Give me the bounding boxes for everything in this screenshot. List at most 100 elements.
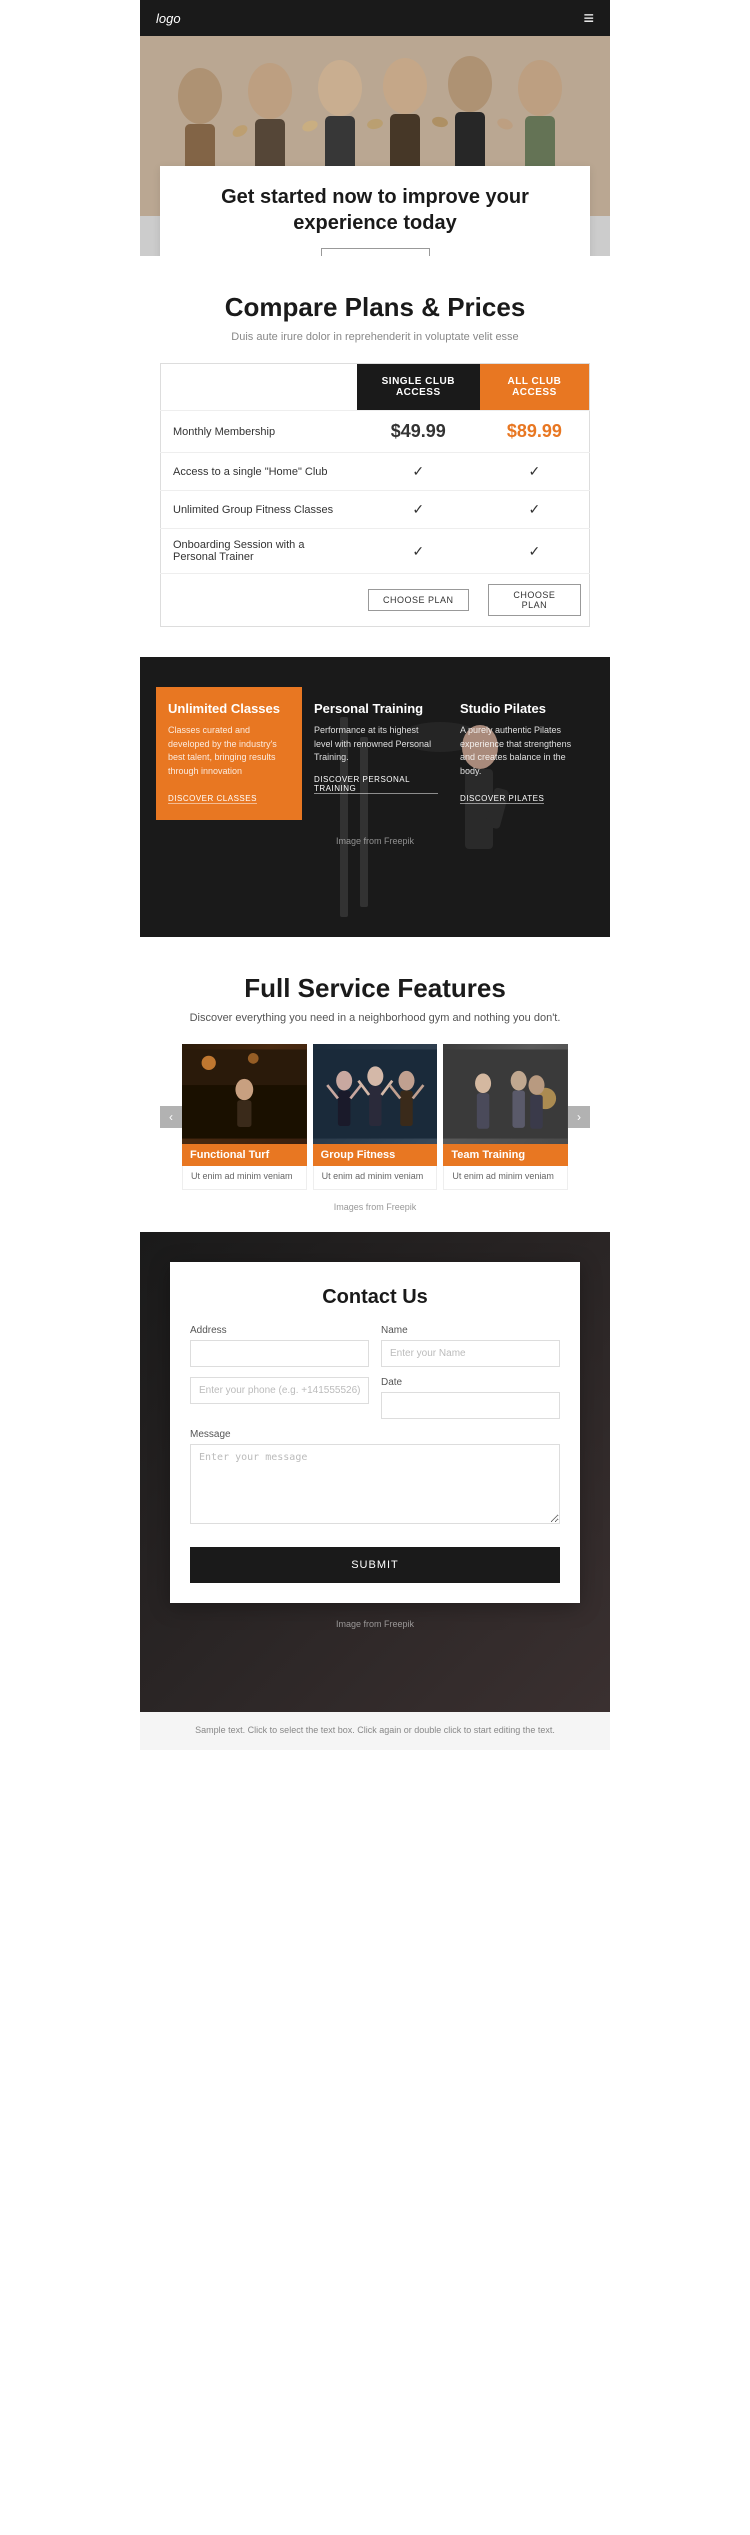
- table-header-single: SINGLE CLUB ACCESS: [357, 364, 480, 411]
- features-section: Full Service Features Discover everythin…: [140, 937, 610, 1232]
- footer-note: Sample text. Click to select the text bo…: [140, 1712, 610, 1750]
- price-single: $49.99: [357, 411, 480, 453]
- check-home-single: ✓: [357, 453, 480, 491]
- feature-carousel: ‹ Functional Turf Ut enim ad: [160, 1044, 590, 1190]
- promo-card-personal: Personal Training Performance at its hig…: [302, 687, 448, 820]
- promo-desc-unlimited: Classes curated and developed by the ind…: [168, 724, 292, 778]
- check-onboarding-all: ✓: [480, 529, 590, 574]
- feature-desc-turf: Ut enim ad minim veniam: [182, 1166, 307, 1190]
- message-label: Message: [190, 1429, 560, 1440]
- feature-label-team: Team Training: [443, 1144, 568, 1166]
- date-label: Date: [381, 1377, 560, 1388]
- promo-link-pilates[interactable]: DISCOVER PILATES: [460, 794, 544, 804]
- feature-desc-group: Ut enim ad minim veniam: [313, 1166, 438, 1190]
- contact-card: Contact Us Address Name Date Message: [170, 1262, 580, 1603]
- table-row-cta: CHOOSE PLAN CHOOSE PLAN: [161, 574, 590, 627]
- submit-button[interactable]: SUBMIT: [190, 1547, 560, 1583]
- table-row-onboarding: Onboarding Session with a Personal Train…: [161, 529, 590, 574]
- address-col: Address: [190, 1325, 369, 1367]
- feature-card-turf: Functional Turf Ut enim ad minim veniam: [182, 1044, 307, 1190]
- name-input[interactable]: [381, 1340, 560, 1367]
- checkmark-icon: ✓: [529, 463, 541, 479]
- feature-cards-container: Functional Turf Ut enim ad minim veniam: [182, 1044, 568, 1190]
- compare-title: Compare Plans & Prices: [160, 292, 590, 323]
- table-row-home-club: Access to a single "Home" Club ✓ ✓: [161, 453, 590, 491]
- team-svg: [443, 1044, 568, 1144]
- hero-headline: Get started now to improve your experien…: [180, 184, 570, 236]
- check-fitness-all: ✓: [480, 491, 590, 529]
- contact-credit: Image from Freepik: [140, 1619, 610, 1629]
- feature-label-group: Group Fitness: [313, 1144, 438, 1166]
- name-col: Name: [381, 1325, 560, 1367]
- feature-card-team: Team Training Ut enim ad minim veniam: [443, 1044, 568, 1190]
- table-row-price: Monthly Membership $49.99 $89.99: [161, 411, 590, 453]
- promo-credit: Image from Freepik: [156, 836, 594, 846]
- row-label-onboarding: Onboarding Session with a Personal Train…: [161, 529, 357, 574]
- compare-section: Compare Plans & Prices Duis aute irure d…: [140, 256, 610, 657]
- row-label-membership: Monthly Membership: [161, 411, 357, 453]
- features-title: Full Service Features: [160, 973, 590, 1004]
- turf-svg: [182, 1044, 307, 1144]
- join-now-button[interactable]: JOIN NOW: [321, 248, 430, 256]
- feature-label-turf: Functional Turf: [182, 1144, 307, 1166]
- check-fitness-single: ✓: [357, 491, 480, 529]
- checkmark-icon: ✓: [529, 543, 541, 559]
- checkmark-icon: ✓: [412, 463, 424, 479]
- promo-title-personal: Personal Training: [314, 701, 438, 716]
- phone-col: [190, 1377, 369, 1419]
- choose-plan-all-cell: CHOOSE PLAN: [480, 574, 590, 627]
- message-field: Message: [190, 1429, 560, 1529]
- carousel-next-button[interactable]: ›: [568, 1106, 590, 1128]
- row-label-fitness: Unlimited Group Fitness Classes: [161, 491, 357, 529]
- promo-desc-pilates: A purely authentic Pilates experience th…: [460, 724, 584, 778]
- check-home-all: ✓: [480, 453, 590, 491]
- promo-link-personal[interactable]: DISCOVER PERSONAL TRAINING: [314, 775, 438, 794]
- check-onboarding-single: ✓: [357, 529, 480, 574]
- contact-title: Contact Us: [190, 1286, 560, 1309]
- choose-plan-all-button[interactable]: CHOOSE PLAN: [488, 584, 581, 616]
- date-input[interactable]: [381, 1392, 560, 1419]
- price-all: $89.99: [480, 411, 590, 453]
- pricing-table: SINGLE CLUB ACCESS ALL CLUB ACCESS Month…: [160, 363, 590, 627]
- feature-card-group: Group Fitness Ut enim ad minim veniam: [313, 1044, 438, 1190]
- table-row-fitness: Unlimited Group Fitness Classes ✓ ✓: [161, 491, 590, 529]
- checkmark-icon: ✓: [412, 501, 424, 517]
- address-label: Address: [190, 1325, 369, 1336]
- feature-img-team: [443, 1044, 568, 1144]
- hamburger-menu[interactable]: ≡: [583, 8, 594, 29]
- hero-card: Get started now to improve your experien…: [160, 166, 590, 256]
- date-col: Date: [381, 1377, 560, 1419]
- contact-form-row-2: Date: [190, 1377, 560, 1419]
- features-credit: Images from Freepik: [160, 1202, 590, 1212]
- address-input[interactable]: [190, 1340, 369, 1367]
- carousel-prev-button[interactable]: ‹: [160, 1106, 182, 1128]
- promo-desc-personal: Performance at its highest level with re…: [314, 724, 438, 765]
- compare-subtitle: Duis aute irure dolor in reprehenderit i…: [160, 331, 590, 343]
- promo-section: Unlimited Classes Classes curated and de…: [140, 657, 610, 937]
- choose-plan-single-cell: CHOOSE PLAN: [357, 574, 480, 627]
- hero-section: Get started now to improve your experien…: [140, 36, 610, 256]
- promo-title-pilates: Studio Pilates: [460, 701, 584, 716]
- promo-card-unlimited: Unlimited Classes Classes curated and de…: [156, 687, 302, 820]
- features-subtitle: Discover everything you need in a neighb…: [160, 1012, 590, 1024]
- promo-title-unlimited: Unlimited Classes: [168, 701, 292, 716]
- choose-plan-single-button[interactable]: CHOOSE PLAN: [368, 589, 469, 611]
- header: logo ≡: [140, 0, 610, 36]
- message-textarea[interactable]: [190, 1444, 560, 1524]
- group-svg: [313, 1044, 438, 1144]
- promo-card-pilates: Studio Pilates A purely authentic Pilate…: [448, 687, 594, 820]
- promo-grid: Unlimited Classes Classes curated and de…: [156, 687, 594, 820]
- checkmark-icon: ✓: [412, 543, 424, 559]
- contact-section: Contact Us Address Name Date Message: [140, 1232, 610, 1712]
- feature-img-turf: [182, 1044, 307, 1144]
- logo: logo: [156, 11, 181, 26]
- checkmark-icon: ✓: [529, 501, 541, 517]
- phone-input[interactable]: [190, 1377, 369, 1404]
- table-header-empty: [161, 364, 357, 411]
- promo-link-unlimited[interactable]: DISCOVER CLASSES: [168, 794, 257, 804]
- contact-form-row-1: Address Name: [190, 1325, 560, 1367]
- table-header-all: ALL CLUB ACCESS: [480, 364, 590, 411]
- feature-img-group: [313, 1044, 438, 1144]
- row-label-home-club: Access to a single "Home" Club: [161, 453, 357, 491]
- feature-desc-team: Ut enim ad minim veniam: [443, 1166, 568, 1190]
